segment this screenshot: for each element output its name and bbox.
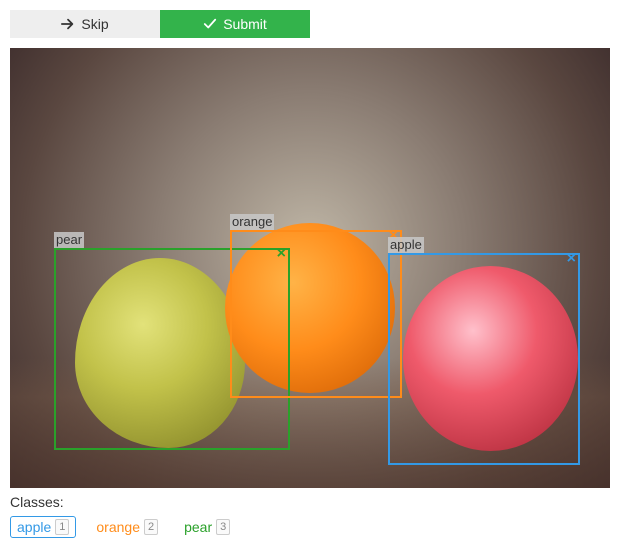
close-icon[interactable]: × — [567, 252, 576, 266]
classes-panel: Classes: apple 1 orange 2 pear 3 — [10, 494, 611, 538]
bbox-orange[interactable]: orange × — [230, 230, 402, 398]
check-icon — [203, 17, 217, 31]
class-tag-orange[interactable]: orange 2 — [90, 517, 164, 537]
class-tag-label: pear — [184, 519, 212, 535]
bbox-label: orange — [230, 214, 274, 230]
annotation-canvas[interactable]: pear × orange × apple × — [10, 48, 610, 488]
arrow-right-icon — [61, 17, 75, 31]
class-tag-apple[interactable]: apple 1 — [10, 516, 76, 538]
class-tag-count: 3 — [216, 519, 230, 535]
skip-button[interactable]: Skip — [10, 10, 160, 38]
toolbar: Skip Submit — [10, 10, 611, 38]
class-tag-list: apple 1 orange 2 pear 3 — [10, 516, 611, 538]
class-tag-pear[interactable]: pear 3 — [178, 517, 236, 537]
submit-button-label: Submit — [223, 16, 267, 32]
class-tag-label: apple — [17, 519, 51, 535]
bbox-label: pear — [54, 232, 84, 248]
classes-heading: Classes: — [10, 494, 611, 510]
class-tag-count: 2 — [144, 519, 158, 535]
skip-button-label: Skip — [81, 16, 108, 32]
class-tag-count: 1 — [55, 519, 69, 535]
bbox-label: apple — [388, 237, 424, 253]
bbox-apple[interactable]: apple × — [388, 253, 580, 465]
submit-button[interactable]: Submit — [160, 10, 310, 38]
class-tag-label: orange — [96, 519, 140, 535]
